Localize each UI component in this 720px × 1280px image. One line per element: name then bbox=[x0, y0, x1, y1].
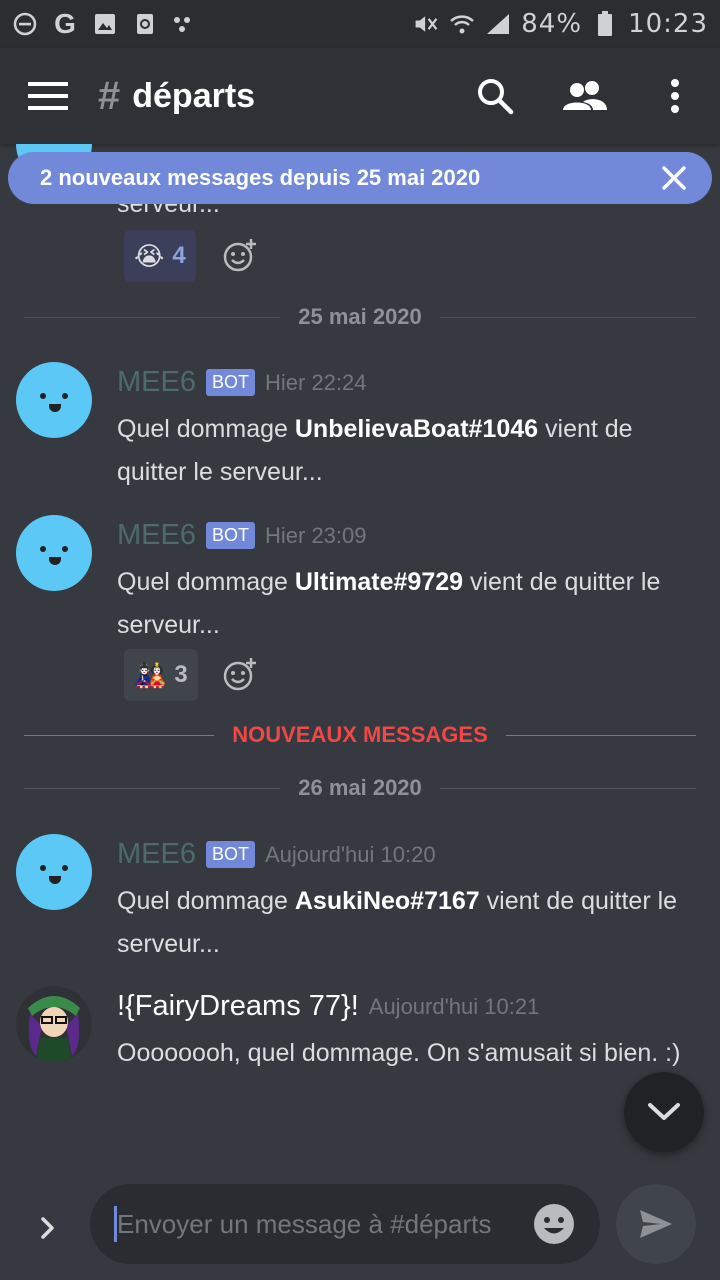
search-icon bbox=[478, 79, 514, 115]
add-reaction-button[interactable] bbox=[220, 655, 260, 695]
author-name[interactable]: MEE6 bbox=[117, 838, 196, 871]
chevron-right-icon bbox=[41, 1217, 54, 1239]
message-composer bbox=[0, 1168, 720, 1280]
message-input-box[interactable] bbox=[90, 1184, 600, 1264]
more-vert-icon bbox=[671, 79, 679, 113]
mentioned-user: UnbelievaBoat#1046 bbox=[294, 415, 539, 443]
signal-icon bbox=[485, 11, 511, 37]
new-messages-label: NOUVEAUX MESSAGES bbox=[232, 722, 488, 747]
header-actions bbox=[450, 48, 720, 144]
clock: 10:23 bbox=[628, 9, 708, 39]
avatar[interactable] bbox=[16, 362, 92, 438]
reaction-count: 3 bbox=[174, 661, 188, 688]
minus-circle-icon bbox=[12, 11, 38, 37]
status-right-icons: 84% 10:23 bbox=[413, 9, 708, 39]
message-header: MEE6 BOT Hier 23:09 bbox=[117, 519, 367, 552]
bot-tag: BOT bbox=[205, 522, 255, 549]
image-icon bbox=[92, 11, 118, 37]
add-reaction-button[interactable] bbox=[220, 236, 260, 276]
message-list[interactable]: serveur... 😭 4 25 mai 2020 MEE6 BOT Hier… bbox=[0, 144, 720, 1168]
timestamp: Hier 23:09 bbox=[265, 522, 367, 548]
dolls-emoji-icon: 🎎 bbox=[134, 659, 167, 690]
banner-close-button[interactable] bbox=[658, 162, 690, 194]
send-icon bbox=[640, 1210, 672, 1238]
avatar[interactable] bbox=[16, 834, 92, 910]
battery-percent: 84% bbox=[521, 9, 583, 39]
add-reaction-icon bbox=[223, 239, 256, 272]
battery-icon bbox=[592, 11, 618, 37]
bot-tag: BOT bbox=[205, 369, 255, 396]
wifi-icon bbox=[449, 11, 475, 37]
status-left-icons: G bbox=[12, 8, 198, 39]
message-input[interactable] bbox=[117, 1208, 517, 1240]
search-button[interactable] bbox=[450, 48, 540, 144]
message-text: Quel dommage UnbelievaBoat#1046 vient de… bbox=[117, 415, 633, 486]
send-button[interactable] bbox=[616, 1184, 696, 1264]
menu-button[interactable] bbox=[0, 48, 96, 144]
banner-text: 2 nouveaux messages depuis 25 mai 2020 bbox=[40, 165, 481, 190]
mentioned-user: Ultimate#9729 bbox=[294, 568, 464, 596]
message-text: Oooooooh, quel dommage. On s'amusait si … bbox=[117, 1039, 681, 1067]
emoji-icon bbox=[534, 1204, 574, 1244]
message-header: !{FairyDreams 77}! Aujourd'hui 10:21 bbox=[117, 990, 539, 1023]
author-name[interactable]: MEE6 bbox=[117, 366, 196, 399]
chevron-down-icon bbox=[648, 1103, 680, 1120]
timestamp: Aujourd'hui 10:20 bbox=[265, 841, 436, 867]
channel-title: départs bbox=[132, 76, 256, 115]
mute-icon bbox=[413, 11, 439, 37]
message-header: MEE6 BOT Aujourd'hui 10:20 bbox=[117, 838, 436, 871]
members-icon bbox=[563, 81, 607, 110]
avatar[interactable] bbox=[16, 515, 92, 591]
new-messages-divider: NOUVEAUX MESSAGES bbox=[24, 720, 696, 750]
channel-header: # départs bbox=[0, 48, 720, 144]
crying-emoji-icon: 😭 bbox=[134, 240, 165, 271]
author-name[interactable]: !{FairyDreams 77}! bbox=[117, 990, 359, 1023]
date-divider-label: 25 mai 2020 bbox=[298, 304, 422, 329]
bot-tag: BOT bbox=[205, 841, 255, 868]
mentioned-user: AsukiNeo#7167 bbox=[294, 887, 480, 915]
date-divider: 25 mai 2020 bbox=[24, 302, 697, 332]
date-divider: 26 mai 2020 bbox=[24, 773, 697, 803]
new-messages-banner[interactable]: 2 nouveaux messages depuis 25 mai 2020 bbox=[8, 152, 712, 204]
members-button[interactable] bbox=[540, 48, 630, 144]
message-header: MEE6 BOT Hier 22:24 bbox=[117, 366, 367, 399]
reaction-count: 4 bbox=[172, 242, 186, 269]
author-name[interactable]: MEE6 bbox=[117, 519, 196, 552]
date-divider-label: 26 mai 2020 bbox=[298, 775, 422, 800]
status-bar: G 84% 10:23 bbox=[0, 0, 720, 48]
jump-to-bottom-button[interactable] bbox=[624, 1072, 704, 1152]
menu-icon bbox=[28, 82, 68, 110]
dots-icon bbox=[172, 11, 198, 37]
avatar[interactable] bbox=[16, 986, 92, 1062]
emoji-button[interactable] bbox=[532, 1202, 576, 1246]
add-reaction-icon bbox=[223, 658, 256, 691]
recycle-icon bbox=[132, 11, 158, 37]
reaction-chip[interactable]: 😭 4 bbox=[124, 230, 196, 282]
message-text: Quel dommage AsukiNeo#7167 vient de quit… bbox=[117, 887, 678, 958]
channel-hash-icon: # bbox=[98, 73, 121, 118]
more-options-button[interactable] bbox=[630, 48, 720, 144]
timestamp: Aujourd'hui 10:21 bbox=[368, 993, 540, 1019]
reaction-chip[interactable]: 🎎 3 bbox=[124, 649, 198, 701]
timestamp: Hier 22:24 bbox=[265, 369, 367, 395]
expand-button[interactable] bbox=[24, 1204, 72, 1252]
close-icon bbox=[662, 166, 686, 190]
message-text: Quel dommage Ultimate#9729 vient de quit… bbox=[117, 568, 661, 639]
google-icon: G bbox=[54, 8, 76, 39]
